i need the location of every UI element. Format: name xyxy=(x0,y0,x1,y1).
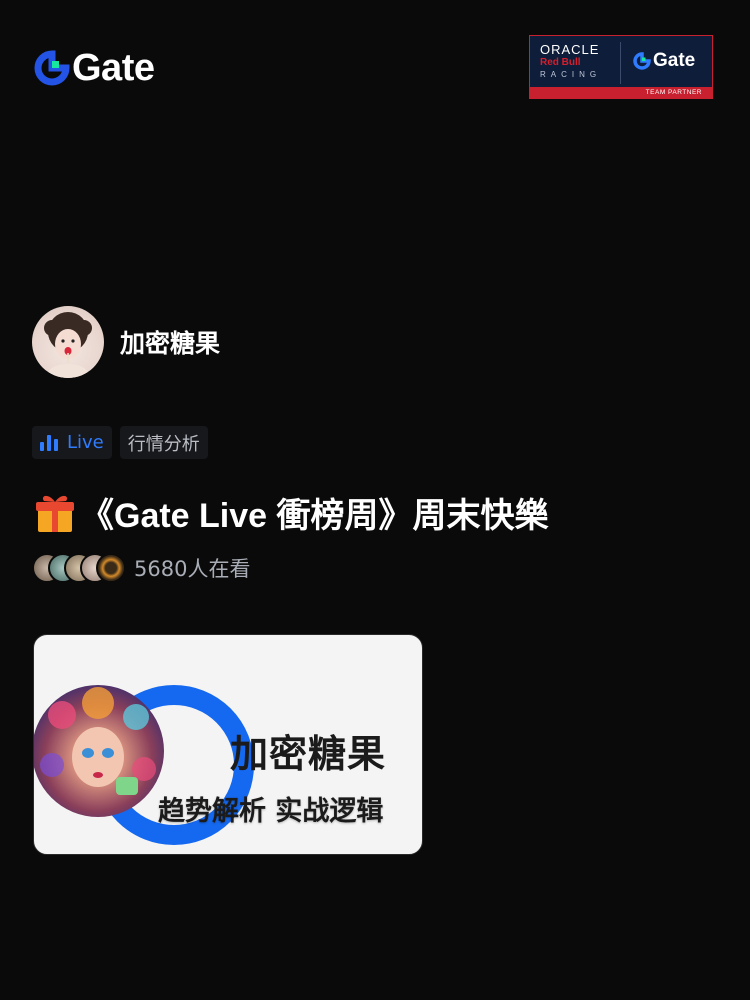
stream-title-text: 《Gate Live 衝榜周》周末快樂 xyxy=(80,497,549,535)
stream-cover-card[interactable]: 加密糖果 趋势解析 实战逻辑 xyxy=(33,634,423,855)
gate-logo-icon xyxy=(633,52,651,70)
viewer-count: 5680人在看 xyxy=(134,557,251,581)
team-partner-badge: TEAM PARTNER xyxy=(530,87,712,98)
brand-name: Gate xyxy=(72,46,155,89)
cover-portrait-image xyxy=(34,685,164,817)
partner-divider xyxy=(620,42,621,84)
gift-icon xyxy=(36,495,74,532)
stream-tags: Live 行情分析 xyxy=(32,426,208,459)
live-tag-label: Live xyxy=(67,432,104,453)
cover-title: 加密糖果 xyxy=(230,732,387,776)
live-tag: Live xyxy=(32,426,112,459)
viewer-avatar xyxy=(96,553,126,583)
partner-line-redbull: Red Bull xyxy=(540,57,581,68)
host-avatar[interactable] xyxy=(32,306,104,378)
partner-gate-logo: Gate xyxy=(633,50,695,72)
category-tag[interactable]: 行情分析 xyxy=(119,426,208,459)
viewer-avatar-stack xyxy=(32,553,126,583)
cover-subtitle: 趋势解析 实战逻辑 xyxy=(158,796,384,827)
gate-brand-logo: Gate xyxy=(34,46,155,89)
host-info[interactable]: 加密糖果 xyxy=(32,306,220,378)
viewer-info: 5680人在看 xyxy=(32,553,250,583)
host-name[interactable]: 加密糖果 xyxy=(120,324,220,360)
partner-gate-text: Gate xyxy=(653,50,696,71)
partner-line-racing: RACING xyxy=(540,70,602,79)
gate-logo-icon xyxy=(34,50,70,86)
stream-title: 《Gate Live 衝榜周》周末快樂 xyxy=(32,488,549,537)
team-partner-banner: ORACLE Red Bull RACING Gate TEAM PARTNER xyxy=(529,35,713,99)
avatar-illustration xyxy=(44,312,92,378)
partner-line-oracle: ORACLE xyxy=(540,42,600,57)
live-bars-icon xyxy=(40,434,58,451)
